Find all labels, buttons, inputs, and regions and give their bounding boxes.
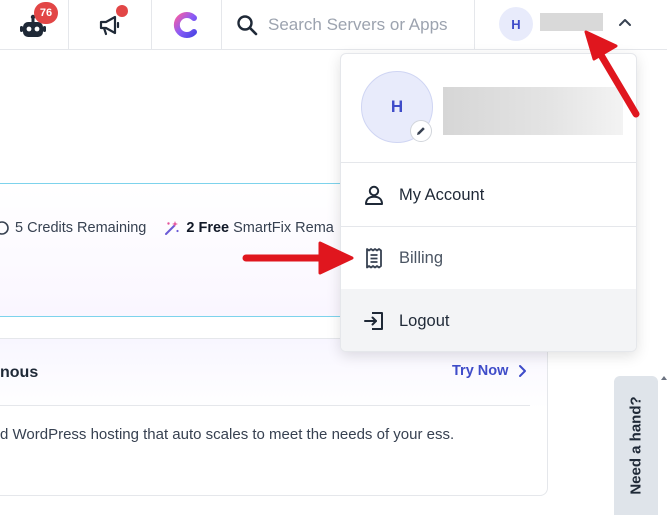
edit-avatar-button[interactable] [410, 120, 432, 142]
chevron-up-icon [619, 19, 631, 26]
megaphone-icon [99, 15, 120, 36]
promo-divider [0, 405, 530, 406]
user-dropdown-menu: H My Account Billing Logout [340, 53, 637, 352]
redacted-profile-name [443, 87, 623, 135]
need-a-hand-tab[interactable]: Need a hand? [614, 376, 658, 515]
menu-item-my-account[interactable]: My Account [341, 164, 636, 227]
smartfix-label: SmartFix Rema [229, 220, 334, 236]
magic-wand-icon [164, 220, 180, 236]
need-a-hand-label: Need a hand? [627, 396, 645, 495]
copilot-logo-icon [173, 12, 197, 38]
try-now-label: Try Now [452, 363, 509, 379]
smartfix-count: 2 Free [186, 220, 230, 236]
chevron-right-icon [519, 365, 527, 377]
credits-row: 5 Credits Remaining 2 Free SmartFix Rema [0, 218, 334, 238]
search-icon [237, 15, 258, 36]
credits-card [0, 183, 350, 317]
menu-item-label: Billing [399, 248, 444, 267]
menu-item-billing[interactable]: Billing [341, 228, 636, 288]
receipt-icon [366, 248, 382, 269]
promo-description: d WordPress hosting that auto scales to … [0, 426, 455, 443]
promo-title: nous [0, 364, 39, 381]
menu-item-label: Logout [399, 311, 450, 330]
search-input[interactable] [268, 15, 468, 35]
user-icon [365, 185, 383, 205]
dropdown-profile-header: H [341, 54, 636, 163]
notification-count-badge: 76 [34, 2, 58, 24]
user-menu-toggle[interactable]: H [475, 0, 667, 50]
smartfix-remaining-text: 2 Free SmartFix Rema [186, 220, 333, 236]
credits-remaining-text: 5 Credits Remaining [15, 220, 147, 236]
top-bar: 76 Search Servers or Apps H [0, 0, 667, 50]
credits-icon [0, 221, 10, 235]
scrollbar-up-arrow-icon[interactable] [661, 374, 667, 382]
menu-item-logout[interactable]: Logout [341, 289, 636, 351]
announcement-indicator-dot [116, 5, 128, 17]
promo-card [0, 338, 548, 496]
page: 76 Search Servers or Apps H 5 Credits Re… [0, 0, 667, 515]
announcements-button[interactable] [69, 0, 151, 50]
pencil-icon [417, 127, 425, 135]
try-now-link[interactable]: Try Now [452, 363, 530, 379]
copilot-button[interactable] [152, 0, 221, 50]
redacted-user-name [540, 13, 603, 31]
logout-icon [364, 312, 383, 330]
avatar: H [499, 7, 533, 41]
search-bar [222, 0, 474, 50]
menu-item-label: My Account [399, 185, 485, 204]
